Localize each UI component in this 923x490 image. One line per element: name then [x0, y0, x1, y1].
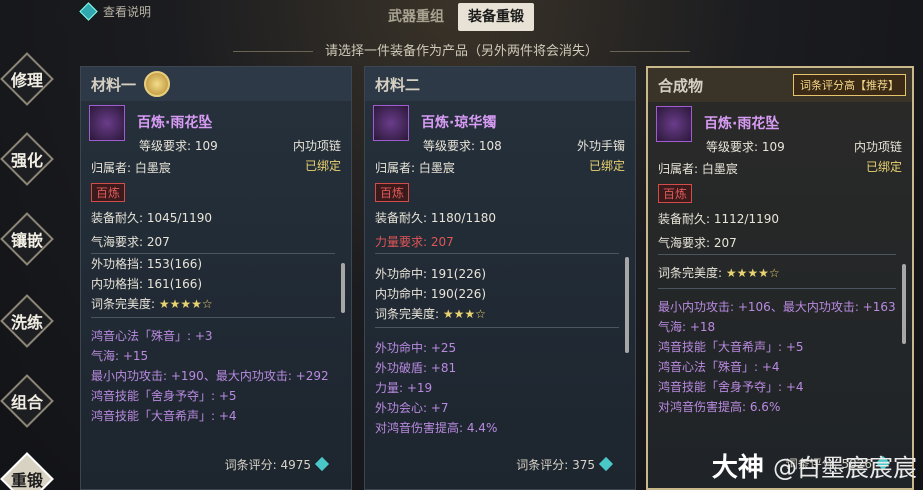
necklace-icon	[656, 106, 692, 142]
side-inlay[interactable]: 镶嵌	[0, 212, 54, 266]
divider	[91, 317, 335, 318]
affix-line: 鸿音技能「大音希声」: +5	[658, 340, 804, 354]
perfection-label: 词条完美度:	[375, 307, 440, 321]
quality-tag: 百炼	[375, 183, 410, 202]
tab-weapon-recombine[interactable]: 武器重组	[378, 3, 454, 31]
side-combine[interactable]: 组合	[0, 374, 54, 428]
item-name: 百炼·雨花坠	[137, 115, 213, 131]
side-repair[interactable]: 修理	[0, 52, 54, 106]
affix-line: 力量: +19	[375, 381, 433, 395]
star-rating: ★★★☆	[442, 307, 486, 321]
item-type: 外功手镯	[576, 139, 625, 153]
divider	[658, 288, 896, 289]
bound-status: 已绑定	[588, 159, 625, 173]
help-label: 查看说明	[103, 5, 152, 19]
recommend-badge: 词条评分高【推荐】	[793, 74, 906, 96]
panel-title: 材料二	[375, 75, 421, 94]
affix-line: 气海: +15	[91, 349, 149, 363]
stat-line: 外功格挡: 153(166)	[91, 257, 203, 271]
watermark: 大神 @白墨宸宸宸	[711, 453, 917, 483]
affix-line: 鸿音技能「大音希声」: +4	[91, 409, 237, 423]
gem-icon	[314, 456, 330, 472]
side-wash[interactable]: 洗练	[0, 294, 54, 348]
affix-line: 鸿音心法「殊音」: +3	[91, 329, 213, 343]
panel-title: 合成物	[658, 76, 704, 95]
stat-line: 外功命中: 191(226)	[375, 267, 487, 281]
item-name: 百炼·琼华镯	[421, 115, 497, 131]
score: 词条评分: 375	[516, 456, 614, 473]
requirement: 气海要求: 207	[658, 236, 737, 250]
affix-line: 气海: +18	[658, 320, 716, 334]
requirement: 力量要求: 207	[375, 235, 454, 249]
stat-line: 内功命中: 190(226)	[375, 287, 487, 301]
side-reforge[interactable]: 重锻	[0, 452, 54, 490]
divider	[375, 253, 619, 254]
stat-line: 内功格挡: 161(166)	[91, 277, 203, 291]
divider	[658, 254, 896, 255]
perfection-label: 词条完美度:	[91, 297, 156, 311]
affix-line: 鸿音技能「舍身予夺」: +5	[91, 389, 237, 403]
quality-tag: 百炼	[658, 184, 693, 203]
durability: 装备耐久: 1180/1180	[375, 211, 496, 225]
item-name: 百炼·雨花坠	[704, 116, 780, 132]
scrollbar[interactable]	[902, 264, 906, 344]
affix-line: 外功命中: +25	[375, 341, 457, 355]
affix-line: 最小内功攻击: +190、最大内功攻击: +292	[91, 369, 329, 383]
scrollbar[interactable]	[625, 257, 629, 353]
affix-line: 最小内功攻击: +106、最大内功攻击: +163	[658, 300, 896, 314]
scrollbar[interactable]	[341, 263, 345, 313]
affix-line: 外功会心: +7	[375, 401, 449, 415]
affix-line: 对鸿音伤害提高: 6.6%	[658, 400, 781, 414]
help-link[interactable]: 查看说明	[79, 2, 152, 21]
durability: 装备耐久: 1045/1190	[91, 211, 212, 225]
quality-tag: 百炼	[91, 183, 126, 202]
material-two-panel[interactable]: 材料二 百炼·琼华镯 等级要求: 108 外功手镯 归属者: 白墨宸 已绑定 百…	[364, 66, 636, 490]
affix-line: 鸿音心法「殊音」: +4	[658, 360, 780, 374]
panel-title: 材料一	[91, 75, 137, 94]
requirement: 气海要求: 207	[91, 235, 170, 249]
necklace-icon	[89, 105, 125, 141]
affix-line: 对鸿音伤害提高: 4.4%	[375, 421, 498, 435]
affix-line: 鸿音技能「舍身予夺」: +4	[658, 380, 804, 394]
tab-equip-reforge[interactable]: 装备重锻	[458, 3, 534, 31]
affix-line: 外功破盾: +81	[375, 361, 457, 375]
durability: 装备耐久: 1112/1190	[658, 212, 779, 226]
bound-status: 已绑定	[304, 159, 341, 173]
item-type: 内功项链	[292, 139, 341, 153]
bound-status: 已绑定	[865, 160, 902, 174]
bracelet-icon	[373, 105, 409, 141]
item-type: 内功项链	[853, 140, 902, 154]
score: 词条评分: 4975	[225, 456, 330, 473]
result-panel[interactable]: 合成物 词条评分高【推荐】 百炼·雨花坠 等级要求: 109 内功项链 归属者:…	[646, 66, 914, 490]
divider	[91, 253, 335, 254]
divider	[375, 327, 619, 328]
gem-icon	[598, 456, 614, 472]
perfection-label: 词条完美度:	[658, 266, 723, 280]
side-enhance[interactable]: 强化	[0, 132, 54, 186]
top-tabs: 武器重组 装备重锻	[378, 3, 534, 31]
star-rating: ★★★★☆	[158, 297, 213, 311]
star-rating: ★★★★☆	[725, 266, 780, 280]
material-one-panel[interactable]: 材料一 百炼·雨花坠 等级要求: 109 内功项链 归属者: 白墨宸 已绑定 百…	[80, 66, 352, 490]
lock-icon[interactable]	[144, 71, 171, 97]
diamond-icon	[79, 2, 98, 21]
instruction-text: 请选择一件装备作为产品（另外两件将会消失）	[0, 40, 923, 59]
